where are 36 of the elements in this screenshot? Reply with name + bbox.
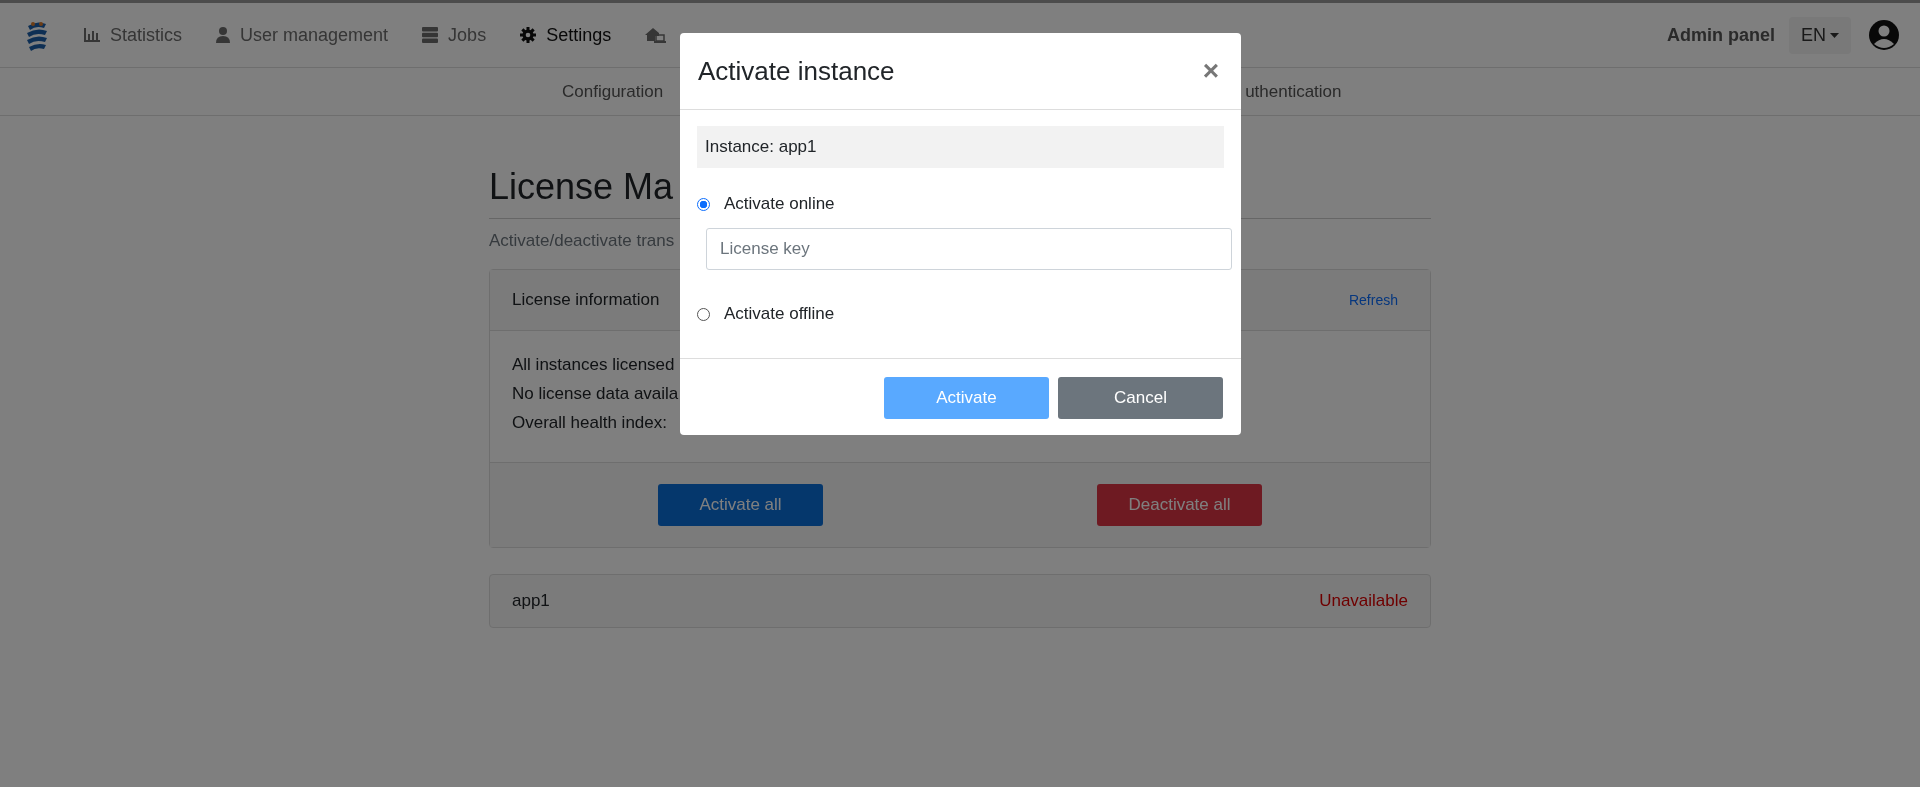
user-icon: [216, 27, 231, 43]
nav-link[interactable]: [645, 27, 668, 43]
info-text: All instances licensed: [512, 355, 675, 375]
server-icon: [422, 27, 439, 43]
info-text: No license data availa: [512, 384, 679, 404]
instance-label: Instance: app1: [697, 126, 1224, 168]
license-key-field[interactable]: License key: [706, 228, 1232, 270]
caret-icon: [1830, 32, 1839, 38]
instance-status: Unavailable: [1319, 591, 1408, 611]
settings-icon: [520, 27, 537, 43]
nav-link[interactable]: Statistics: [84, 24, 183, 46]
avatar-icon[interactable]: [1869, 20, 1899, 50]
radio-button[interactable]: [697, 197, 710, 211]
house-laptop-icon: [645, 27, 668, 43]
nav-link[interactable]: User management: [216, 24, 389, 46]
subnav-tab[interactable]: uthentication: [1245, 81, 1342, 102]
cancel-button[interactable]: Cancel: [1058, 377, 1223, 419]
nav-link[interactable]: Jobs: [422, 24, 487, 46]
page-title: License Ma: [489, 166, 674, 208]
info-text: Overall health index:: [512, 413, 667, 433]
deactivate-button[interactable]: Deactivate all: [1097, 484, 1262, 526]
radio-label[interactable]: Activate online: [724, 194, 835, 214]
modal-title: Activate instance: [698, 55, 895, 87]
card-title: License information: [512, 290, 660, 310]
close-button[interactable]: ×: [1196, 57, 1225, 85]
refresh-link[interactable]: Refresh: [1348, 292, 1398, 308]
bar-chart-icon: [84, 28, 100, 42]
nav-link[interactable]: Settings: [520, 24, 612, 46]
subnav-tab[interactable]: Configuration: [562, 81, 664, 102]
activate-button[interactable]: Activate all: [658, 484, 823, 526]
radio-label[interactable]: Activate offline: [724, 304, 835, 324]
admin-panel-label: Admin panel: [1666, 24, 1775, 46]
radio-button[interactable]: [697, 307, 710, 321]
instance-name: app1: [512, 591, 550, 611]
page-subtitle: Activate/deactivate trans: [489, 231, 675, 251]
language-dropdown[interactable]: EN: [1789, 16, 1851, 54]
